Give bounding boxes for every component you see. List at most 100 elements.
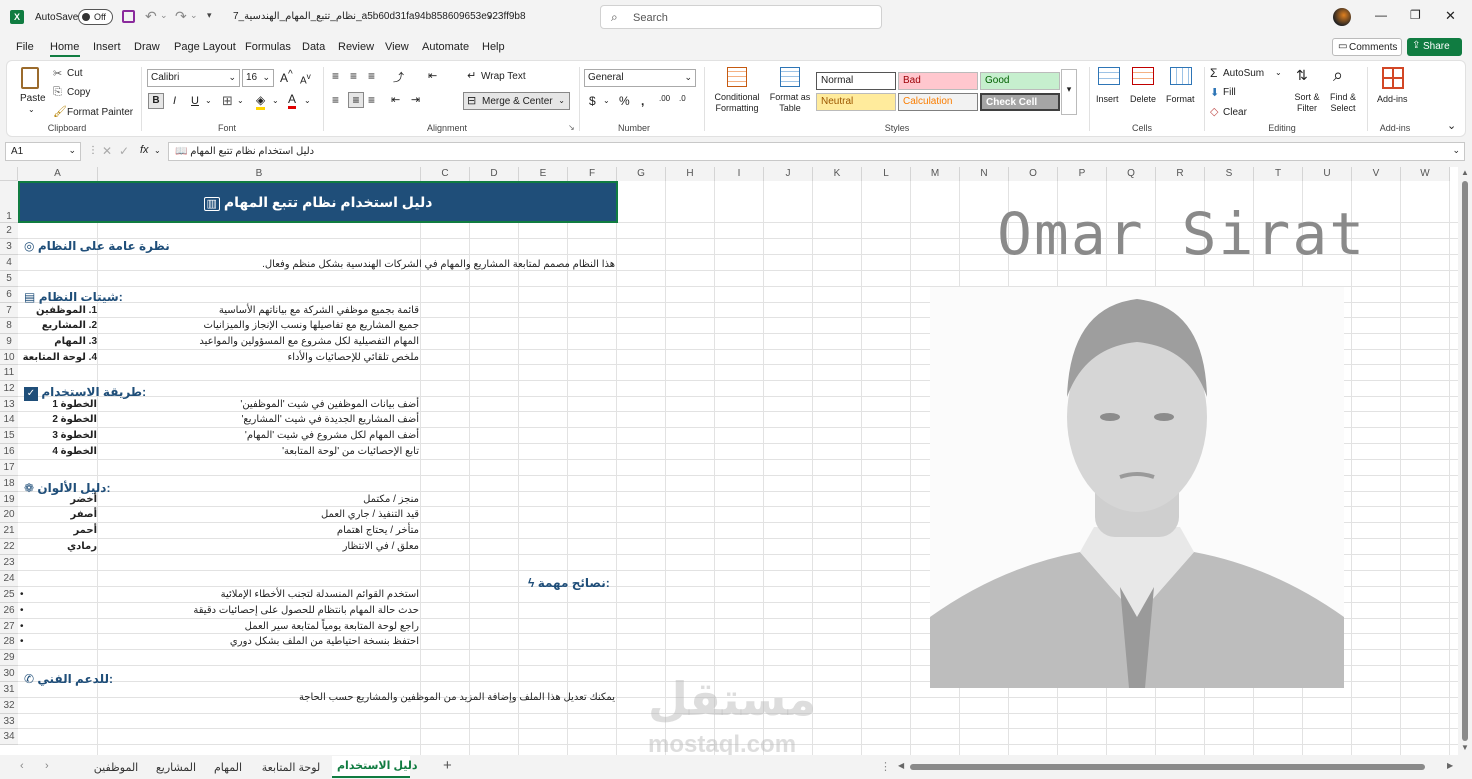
- format-as-table-button[interactable]: Format as Table: [767, 65, 813, 121]
- tip-cell[interactable]: استخدم القوائم المنسدلة لتجنب الأخطاء ال…: [99, 589, 419, 600]
- bold-button[interactable]: B: [148, 93, 164, 109]
- column-header[interactable]: O: [1009, 167, 1058, 181]
- currency-dropdown-icon[interactable]: ⌄: [603, 96, 610, 105]
- column-header[interactable]: S: [1205, 167, 1254, 181]
- underline-dropdown-icon[interactable]: ⌄: [205, 96, 212, 105]
- column-header[interactable]: T: [1254, 167, 1303, 181]
- filename-dropdown-icon[interactable]: ⌄: [486, 10, 494, 21]
- rtl-direction-icon[interactable]: ⇤: [428, 69, 437, 82]
- align-center-button[interactable]: ≡: [348, 92, 364, 108]
- sort-filter-button[interactable]: ⇅ Sort & Filter: [1290, 65, 1324, 121]
- column-header[interactable]: B: [98, 167, 421, 181]
- tab-view[interactable]: View: [385, 41, 409, 53]
- vertical-scrollbar[interactable]: ▲ ▼: [1458, 167, 1472, 755]
- font-name-select[interactable]: Calibri ⌄: [147, 69, 240, 87]
- autosum-dropdown-icon[interactable]: ⌄: [1275, 68, 1282, 77]
- insert-function-button[interactable]: fx: [140, 144, 149, 156]
- comments-button[interactable]: ▭ Comments: [1332, 38, 1402, 56]
- dialog-launcher-icon[interactable]: ↘: [568, 123, 575, 132]
- column-header[interactable]: U: [1303, 167, 1352, 181]
- label-cell[interactable]: الخطوة 1: [18, 399, 97, 410]
- merge-center-button[interactable]: ⊟ Merge & Center ⌄: [463, 92, 570, 110]
- row-header[interactable]: 19: [0, 492, 18, 507]
- cancel-icon[interactable]: ✕: [102, 144, 112, 158]
- format-painter-button[interactable]: Format Painter: [67, 107, 133, 118]
- tab-insert[interactable]: Insert: [93, 41, 121, 53]
- fill-color-icon[interactable]: ◈: [256, 93, 266, 110]
- column-header[interactable]: I: [715, 167, 764, 181]
- add-ins-button[interactable]: Add-ins: [1373, 65, 1413, 121]
- increase-decimal-icon[interactable]: .00: [659, 94, 670, 103]
- row-header[interactable]: 1: [0, 181, 18, 223]
- label-cell[interactable]: أحمر: [18, 525, 97, 536]
- restore-icon[interactable]: ❐: [1410, 8, 1421, 22]
- font-size-select[interactable]: 16 ⌄: [242, 69, 274, 87]
- redo-dropdown-icon[interactable]: ⌄: [190, 10, 198, 21]
- undo-dropdown-icon[interactable]: ⌄: [160, 10, 168, 21]
- avatar[interactable]: [1333, 8, 1351, 26]
- search-box[interactable]: ⌕ Search: [600, 5, 882, 29]
- expand-formula-icon[interactable]: ⌄: [1452, 145, 1460, 156]
- font-color-icon[interactable]: A: [288, 92, 297, 109]
- tip-cell[interactable]: احتفظ بنسخة احتياطية من الملف بشكل دوري: [99, 636, 419, 647]
- decrease-font-icon[interactable]: Av: [300, 71, 311, 86]
- row-header[interactable]: 30: [0, 666, 18, 682]
- description-cell[interactable]: المهام التفصيلية لكل مشروع مع المسؤولين …: [99, 336, 419, 347]
- column-header[interactable]: L: [862, 167, 911, 181]
- fill-icon[interactable]: ⬇: [1210, 86, 1219, 99]
- tab-automate[interactable]: Automate: [422, 41, 469, 53]
- column-header[interactable]: A: [18, 167, 98, 181]
- tab-home[interactable]: Home: [50, 41, 79, 53]
- autosum-button[interactable]: AutoSum: [1223, 68, 1264, 79]
- next-sheet-icon[interactable]: ›: [45, 760, 49, 772]
- tab-page-layout[interactable]: Page Layout: [174, 41, 236, 53]
- increase-indent-icon[interactable]: ⇥: [411, 93, 420, 106]
- increase-font-icon[interactable]: A^: [280, 69, 293, 85]
- tab-help[interactable]: Help: [482, 41, 505, 53]
- label-cell[interactable]: الخطوة 3: [18, 430, 97, 441]
- description-cell[interactable]: قائمة بجميع موظفي الشركة مع بياناتهم الأ…: [99, 305, 419, 316]
- column-header[interactable]: W: [1401, 167, 1450, 181]
- column-header[interactable]: V: [1352, 167, 1401, 181]
- row-header[interactable]: 10: [0, 350, 18, 365]
- row-header[interactable]: 17: [0, 460, 18, 476]
- cut-button[interactable]: Cut: [67, 68, 83, 79]
- row-header[interactable]: 3: [0, 239, 18, 255]
- tab-dashboard[interactable]: لوحة المتابعة: [255, 759, 327, 777]
- scroll-thumb[interactable]: [1462, 181, 1468, 741]
- description-cell[interactable]: متأخر / يحتاج اهتمام: [99, 525, 419, 536]
- label-cell[interactable]: أصفر: [18, 509, 97, 520]
- row-header[interactable]: 15: [0, 428, 18, 444]
- column-header[interactable]: N: [960, 167, 1009, 181]
- align-bottom-icon[interactable]: ≡: [368, 69, 375, 83]
- tip-cell[interactable]: راجع لوحة المتابعة يومياً لمتابعة سير ال…: [99, 621, 419, 632]
- format-cells-button[interactable]: Format: [1164, 65, 1200, 121]
- label-cell[interactable]: رمادي: [18, 541, 97, 552]
- tab-projects[interactable]: المشاريع: [150, 759, 202, 777]
- row-header[interactable]: 7: [0, 303, 18, 318]
- label-cell[interactable]: 4. لوحة المتابعة: [18, 352, 97, 363]
- underline-button[interactable]: U: [191, 95, 199, 107]
- description-cell[interactable]: جميع المشاريع مع تفاصيلها ونسب الإنجاز و…: [99, 320, 419, 331]
- autosave-toggle[interactable]: Off: [78, 9, 113, 25]
- style-good[interactable]: Good: [980, 72, 1060, 90]
- row-header[interactable]: 16: [0, 444, 18, 460]
- profile-photo[interactable]: [930, 287, 1344, 688]
- row-header[interactable]: 20: [0, 507, 18, 523]
- clear-button[interactable]: Clear: [1223, 107, 1247, 118]
- description-cell[interactable]: أضف المهام لكل مشروع في شيت 'المهام': [99, 430, 419, 441]
- column-header[interactable]: F: [568, 167, 617, 181]
- column-header[interactable]: M: [911, 167, 960, 181]
- column-header[interactable]: C: [421, 167, 470, 181]
- row-header[interactable]: 9: [0, 334, 18, 350]
- delete-cells-button[interactable]: Delete: [1128, 65, 1162, 121]
- conditional-formatting-button[interactable]: Conditional Formatting: [709, 65, 765, 121]
- select-all-corner[interactable]: [0, 167, 18, 181]
- close-icon[interactable]: ✕: [1445, 8, 1456, 24]
- comma-style-icon[interactable]: ,: [641, 94, 644, 108]
- style-check-cell[interactable]: Check Cell: [980, 93, 1060, 111]
- style-neutral[interactable]: Neutral: [816, 93, 896, 111]
- label-cell[interactable]: 2. المشاريع: [18, 320, 97, 331]
- label-cell[interactable]: 1. الموظفين: [18, 305, 97, 316]
- number-format-select[interactable]: General ⌄: [584, 69, 696, 87]
